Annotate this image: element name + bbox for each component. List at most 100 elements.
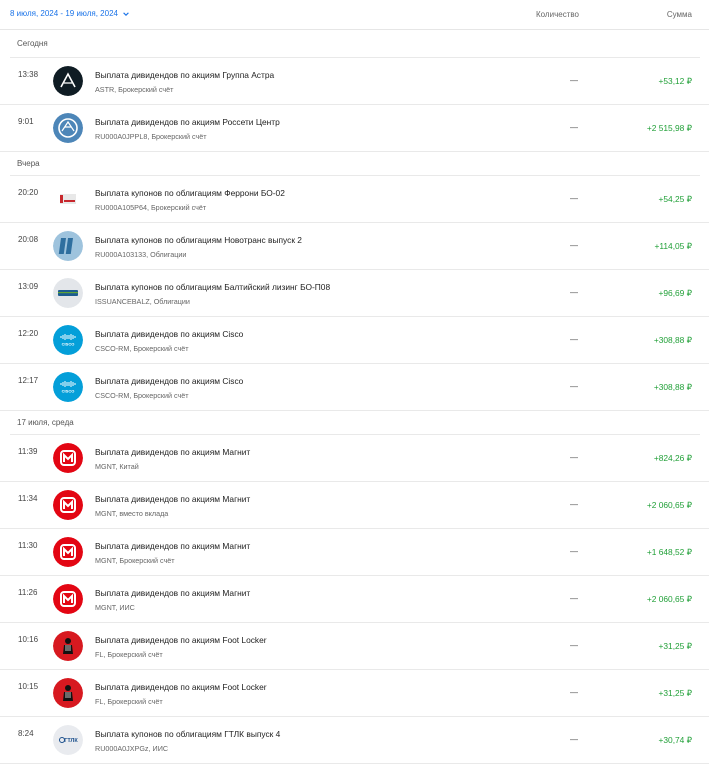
column-header-sum: Сумма [666, 10, 692, 19]
operation-title: Выплата дивидендов по акциям Группа Астр… [95, 70, 275, 80]
magnit-logo [53, 443, 83, 473]
operation-quantity: — [570, 547, 578, 556]
operation-subtitle: RU000A105P64, Брокерский счёт [95, 203, 207, 212]
operation-subtitle: MGNT, Брокерский счёт [95, 556, 175, 565]
operation-title: Выплата купонов по облигациям Новотранс … [95, 235, 302, 245]
operation-title: Выплата дивидендов по акциям Магнит [95, 494, 251, 504]
operation-subtitle: MGNT, ИИС [95, 603, 135, 612]
operation-quantity: — [570, 76, 578, 85]
operation-row[interactable]: 10:16 Выплата дивидендов по акциям Foot L… [0, 623, 709, 670]
operation-time: 10:16 [18, 635, 39, 644]
svg-text:ГТЛК: ГТЛК [64, 738, 78, 744]
operation-amount: +54,25 ₽ [658, 194, 692, 204]
operation-amount: +31,25 ₽ [658, 688, 692, 698]
operation-subtitle: CSCO-RM, Брокерский счёт [95, 344, 189, 353]
operation-row[interactable]: 11:30 Выплата дивидендов по акциям Магнит… [0, 529, 709, 576]
operation-amount: +114,05 ₽ [654, 241, 692, 251]
operation-row[interactable]: 9:01 Выплата дивидендов по акциям Россети… [0, 105, 709, 152]
operation-time: 11:39 [18, 447, 38, 456]
operation-time: 12:17 [18, 376, 39, 385]
magnit-logo [53, 537, 83, 567]
operation-amount: +53,12 ₽ [658, 76, 692, 86]
gtlk-logo: ГТЛК [53, 725, 83, 755]
operation-amount: +308,88 ₽ [653, 382, 692, 392]
operation-quantity: — [570, 335, 578, 344]
footlocker-logo [53, 678, 83, 708]
operation-subtitle: RU000A0JXPGz, ИИС [95, 744, 169, 753]
operation-row[interactable]: 13:38 Выплата дивидендов по акциям Группа… [0, 58, 709, 105]
operation-time: 10:15 [18, 682, 39, 691]
operation-time: 8:24 [18, 729, 34, 738]
operation-row[interactable]: 12:17 CISCO Выплата дивидендов по акциям C… [0, 364, 709, 411]
operation-subtitle: RU000A0JPPL8, Брокерский счёт [95, 132, 207, 141]
group-label: 17 июля, среда [17, 418, 74, 427]
operation-time: 11:34 [18, 494, 38, 503]
operation-time: 13:09 [18, 282, 39, 291]
operation-subtitle: ISSUANCEBALZ, Облигации [95, 297, 190, 306]
operation-title: Выплата дивидендов по акциям Foot Locker [95, 635, 267, 645]
operation-time: 11:26 [18, 588, 38, 597]
operation-quantity: — [570, 500, 578, 509]
svg-text:CISCO: CISCO [62, 389, 75, 394]
operation-subtitle: ASTR, Брокерский счёт [95, 85, 174, 94]
operation-title: Выплата дивидендов по акциям Магнит [95, 541, 251, 551]
magnit-logo [53, 584, 83, 614]
operation-title: Выплата купонов по облигациям Феррони БО… [95, 188, 285, 198]
operation-title: Выплата купонов по облигациям ГТЛК выпус… [95, 729, 281, 739]
operation-quantity: — [570, 641, 578, 650]
operation-row[interactable]: 11:39 Выплата дивидендов по акциям Магнит… [0, 435, 709, 482]
operation-row[interactable]: 11:26 Выплата дивидендов по акциям Магнит… [0, 576, 709, 623]
operation-quantity: — [570, 241, 578, 250]
baltlease-logo [53, 278, 83, 308]
operation-row[interactable]: 11:34 Выплата дивидендов по акциям Магнит… [0, 482, 709, 529]
operation-row[interactable]: 20:20 Выплата купонов по облигациям Ферро… [0, 176, 709, 223]
novotrans-logo [53, 231, 83, 261]
magnit-logo [53, 490, 83, 520]
operation-quantity: — [570, 594, 578, 603]
operation-subtitle: MGNT, Китай [95, 462, 139, 471]
operation-amount: +1 648,52 ₽ [646, 547, 692, 557]
operation-title: Выплата дивидендов по акциям Россети Цен… [95, 117, 280, 127]
operation-subtitle: FL, Брокерский счёт [95, 697, 163, 706]
operation-quantity: — [570, 194, 578, 203]
cisco-logo: CISCO [53, 325, 83, 355]
footlocker-logo [53, 631, 83, 661]
operation-row[interactable]: 13:09 Выплата купонов по облигациям Балти… [0, 270, 709, 317]
operation-title: Выплата дивидендов по акциям Foot Locker [95, 682, 267, 692]
operation-amount: +2 060,65 ₽ [646, 500, 692, 510]
operation-amount: +2 060,65 ₽ [646, 594, 692, 604]
operation-quantity: — [570, 688, 578, 697]
operation-subtitle: RU000A103133, Облигации [95, 250, 187, 259]
operation-time: 12:20 [18, 329, 39, 338]
operation-title: Выплата дивидендов по акциям Cisco [95, 376, 244, 386]
operation-amount: +2 515,98 ₽ [646, 123, 692, 133]
operation-row[interactable]: 10:15 Выплата дивидендов по акциям Foot L… [0, 670, 709, 717]
operation-subtitle: CSCO-RM, Брокерский счёт [95, 391, 189, 400]
operation-row[interactable]: 8:24 ГТЛК Выплата купонов по облигациям ГТ… [0, 717, 709, 764]
operation-amount: +30,74 ₽ [658, 735, 692, 745]
operation-time: 11:30 [18, 541, 38, 550]
cisco-logo: CISCO [53, 372, 83, 402]
operation-quantity: — [570, 288, 578, 297]
operation-row[interactable]: 20:08 Выплата купонов по облигациям Новот… [0, 223, 709, 270]
operation-time: 9:01 [18, 117, 34, 126]
operation-title: Выплата дивидендов по акциям Магнит [95, 447, 251, 457]
astra-logo [53, 66, 83, 96]
operation-row[interactable]: 12:20 CISCO Выплата дивидендов по акциям C… [0, 317, 709, 364]
date-range-label: 8 июля, 2024 - 19 июля, 2024 [10, 9, 118, 18]
operation-amount: +31,25 ₽ [658, 641, 692, 651]
operation-amount: +96,69 ₽ [658, 288, 692, 298]
operation-amount: +824,26 ₽ [653, 453, 692, 463]
group-label: Сегодня [17, 39, 48, 48]
group-label: Вчера [17, 159, 40, 168]
date-range-picker[interactable]: 8 июля, 2024 - 19 июля, 2024 [10, 9, 130, 18]
operation-title: Выплата купонов по облигациям Балтийский… [95, 282, 331, 292]
operation-quantity: — [570, 735, 578, 744]
operations-list: Сегодня 13:38 Выплата дивидендов по акциям… [0, 30, 709, 764]
operation-amount: +308,88 ₽ [653, 335, 692, 345]
column-header-quantity: Количество [536, 10, 579, 19]
operation-quantity: — [570, 123, 578, 132]
operation-title: Выплата дивидендов по акциям Магнит [95, 588, 251, 598]
operation-quantity: — [570, 382, 578, 391]
list-header: 8 июля, 2024 - 19 июля, 2024 Количество … [0, 0, 709, 30]
